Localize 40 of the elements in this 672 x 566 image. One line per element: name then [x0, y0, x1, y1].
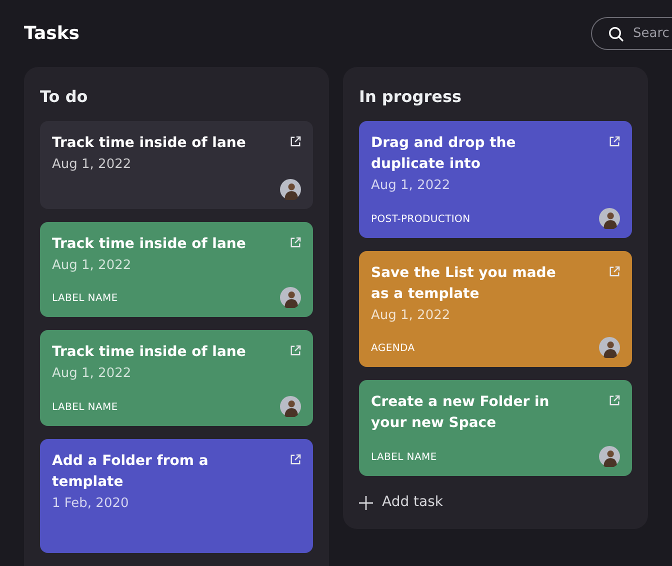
- card-label: AGENDA: [371, 342, 415, 356]
- lane-title: In progress: [359, 86, 462, 108]
- card-label: LABEL NAME: [52, 400, 118, 414]
- card-title: Track time inside of lane: [52, 134, 246, 153]
- task-card[interactable]: Track time inside of lane Aug 1, 2022: [40, 121, 313, 208]
- task-card[interactable]: Drag and drop the duplicate into Aug 1, 2022 POST-PRODUCTION: [359, 121, 632, 238]
- search-field[interactable]: Searc: [591, 16, 672, 50]
- external-link-icon[interactable]: [290, 136, 301, 147]
- card-title: Save the List you made as a template: [371, 264, 557, 304]
- external-link-icon[interactable]: [290, 454, 301, 464]
- card-date: Aug 1, 2022: [52, 156, 132, 174]
- card-title: Track time inside of lane: [52, 234, 246, 254]
- search-icon: [608, 26, 624, 42]
- task-card[interactable]: Track time inside of lane Aug 1, 2022 LABEL NAME: [40, 222, 313, 317]
- card-title: Track time inside of lane: [52, 343, 246, 362]
- avatar: [599, 208, 620, 228]
- avatar: [599, 446, 620, 467]
- card-title: Add a Folder from a template: [52, 452, 210, 492]
- task-card[interactable]: Track time inside of lane Aug 1, 2022 LABEL NAME: [40, 330, 313, 426]
- card-date: 1 Feb, 2020: [52, 494, 130, 512]
- add-task-button[interactable]: Add task: [359, 492, 444, 513]
- card-label: LABEL NAME: [52, 292, 118, 306]
- lane-title: To do: [40, 86, 89, 108]
- card-title: Create a new Folder in your new Space: [371, 393, 550, 433]
- task-card[interactable]: Create a new Folder in your new Space LABEL NAME: [359, 380, 632, 476]
- card-date: Aug 1, 2022: [52, 256, 132, 274]
- avatar: [599, 337, 620, 358]
- card-title: Drag and drop the duplicate into: [371, 134, 517, 174]
- card-date: Aug 1, 2022: [371, 177, 452, 195]
- card-label: POST-PRODUCTION: [371, 212, 470, 226]
- task-card[interactable]: Add a Folder from a template 1 Feb, 2020: [40, 438, 313, 553]
- page-title: Tasks: [24, 22, 80, 46]
- card-date: Aug 1, 2022: [52, 365, 132, 383]
- avatar: [280, 396, 301, 416]
- avatar: [280, 287, 301, 308]
- card-label: LABEL NAME: [371, 451, 437, 465]
- card-date: Aug 1, 2022: [371, 306, 452, 324]
- plus-icon: [359, 496, 373, 510]
- avatar: [280, 178, 301, 200]
- external-link-icon[interactable]: [609, 136, 620, 147]
